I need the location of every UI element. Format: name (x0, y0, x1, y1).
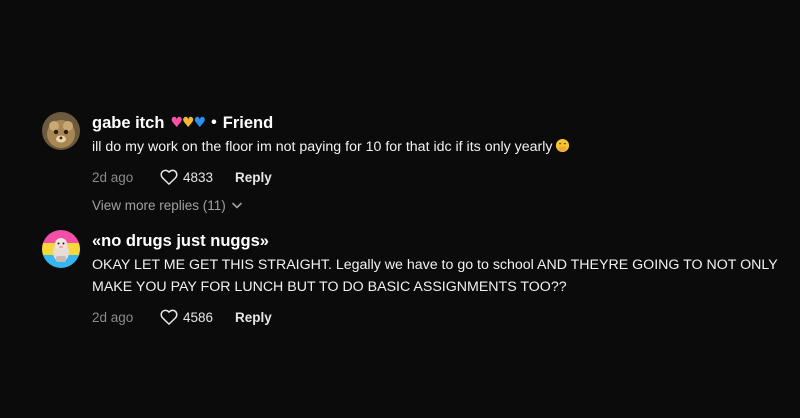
like-count: 4586 (183, 309, 214, 325)
like-button[interactable]: 4833 (160, 169, 213, 185)
comment-body: «no drugs just nuggs» OKAY LET ME GET TH… (92, 228, 780, 327)
like-count: 4833 (183, 169, 214, 185)
friend-badge: Friend (222, 113, 274, 132)
comment-header: «no drugs just nuggs» (92, 228, 780, 254)
view-more-replies-label: View more replies (11) (92, 198, 226, 213)
avatar[interactable] (42, 112, 80, 150)
heart-outline-icon (160, 309, 178, 325)
hearts-icon: ♥♥♥ (170, 115, 206, 131)
username[interactable]: «no drugs just nuggs» (92, 232, 269, 251)
like-button[interactable]: 4586 (160, 309, 213, 325)
comment-header: gabe itch ♥♥♥ • Friend (92, 110, 780, 136)
hand-over-mouth-emoji-icon (555, 138, 569, 153)
avatar[interactable] (42, 230, 80, 268)
timestamp: 2d ago (92, 169, 134, 185)
badge-separator: • (211, 114, 217, 131)
comment-text: OKAY LET ME GET THIS STRAIGHT. Legally w… (92, 257, 778, 295)
chevron-down-icon (232, 202, 242, 209)
reply-button[interactable]: Reply (235, 310, 272, 325)
reply-button[interactable]: Reply (235, 170, 272, 185)
comment-meta: 2d ago 4586 Reply (92, 307, 780, 327)
heart-outline-icon (160, 169, 178, 185)
avatar-image (42, 230, 80, 268)
username[interactable]: gabe itch (92, 114, 164, 133)
comment-meta: 2d ago 4833 Reply (92, 167, 780, 187)
comment-body: gabe itch ♥♥♥ • Friend ill do my work on… (92, 110, 780, 187)
avatar-image (42, 112, 80, 150)
comment-text: ill do my work on the floor im not payin… (92, 136, 780, 158)
comment-text-content: ill do my work on the floor im not payin… (92, 139, 553, 155)
timestamp: 2d ago (92, 309, 134, 325)
view-more-replies-button[interactable]: View more replies (11) (92, 198, 242, 213)
